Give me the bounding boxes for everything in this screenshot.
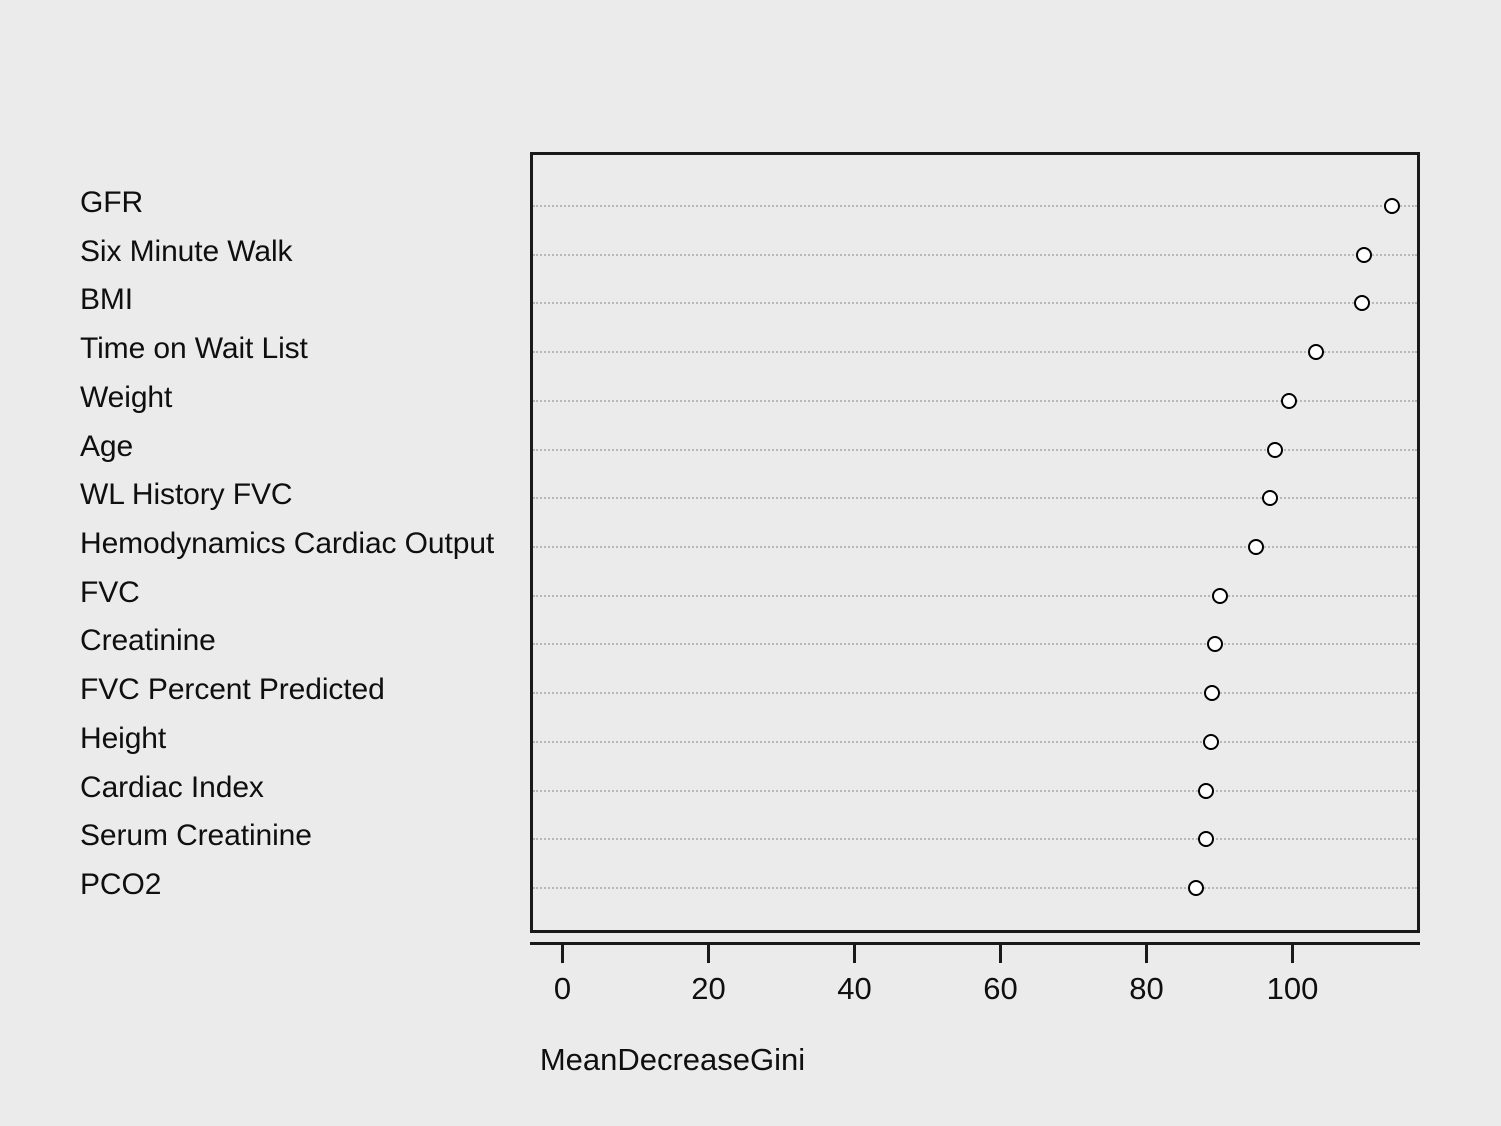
data-point bbox=[1383, 198, 1400, 214]
data-point bbox=[1204, 685, 1221, 702]
gridline bbox=[533, 253, 1417, 256]
data-point bbox=[1207, 636, 1224, 653]
x-axis-tick-label: 80 bbox=[1129, 971, 1164, 1006]
data-point bbox=[1353, 295, 1370, 312]
x-axis-tick bbox=[707, 945, 710, 963]
variable-importance-dotchart: GFR Six Minute Walk BMI Time on Wait List We… bbox=[0, 0, 1501, 1126]
gridline bbox=[533, 789, 1417, 792]
category-label: Weight bbox=[80, 380, 173, 414]
category-label: Hemodynamics Cardiac Output bbox=[80, 527, 495, 560]
x-axis-line bbox=[530, 942, 1420, 945]
data-point bbox=[1267, 441, 1284, 458]
gridline bbox=[533, 887, 1417, 889]
x-axis-tick-label: 0 bbox=[553, 971, 572, 1006]
category-label: PCO2 bbox=[80, 868, 162, 901]
data-point bbox=[1212, 587, 1229, 604]
gridline bbox=[533, 497, 1417, 500]
x-axis-tick-label: 20 bbox=[691, 971, 726, 1006]
category-label: BMI bbox=[80, 283, 134, 317]
category-label: Six Minute Walk bbox=[80, 234, 293, 268]
data-point bbox=[1197, 831, 1214, 848]
plot-panel bbox=[530, 152, 1420, 933]
gridline bbox=[533, 740, 1417, 743]
data-point bbox=[1248, 539, 1265, 555]
gridline bbox=[533, 643, 1417, 646]
x-axis-tick bbox=[853, 945, 856, 963]
data-point bbox=[1307, 344, 1324, 361]
gridline bbox=[533, 205, 1417, 207]
gridline bbox=[533, 692, 1417, 695]
x-axis-title-text: MeanDecreaseGini bbox=[539, 1042, 806, 1077]
gridline bbox=[533, 351, 1417, 354]
category-label: Creatinine bbox=[80, 624, 216, 658]
gridline bbox=[533, 448, 1417, 451]
category-label: Serum Creatinine bbox=[80, 819, 312, 853]
category-label: Cardiac Index bbox=[80, 770, 264, 804]
gridline bbox=[533, 546, 1417, 548]
category-label: FVC bbox=[80, 575, 140, 609]
category-label-column: GFR Six Minute Walk BMI Time on Wait List We… bbox=[0, 0, 530, 1126]
category-label: FVC Percent Predicted bbox=[80, 673, 385, 707]
data-point bbox=[1261, 490, 1278, 507]
data-point bbox=[1202, 733, 1219, 750]
category-label: WL History FVC bbox=[80, 478, 293, 512]
x-axis-tick-label: 100 bbox=[1266, 971, 1319, 1006]
data-point bbox=[1188, 880, 1205, 896]
gridline bbox=[533, 838, 1417, 841]
x-axis-title: MeanDecreaseGini bbox=[0, 1042, 1501, 1078]
x-axis-tick bbox=[561, 945, 564, 963]
x-axis-tick-label: 60 bbox=[983, 971, 1018, 1006]
x-axis-tick bbox=[1291, 945, 1294, 963]
category-label: Age bbox=[80, 429, 134, 463]
data-point bbox=[1356, 246, 1373, 263]
category-label: Height bbox=[80, 721, 167, 755]
x-axis-tick-label: 40 bbox=[837, 971, 872, 1006]
data-point bbox=[1280, 392, 1297, 409]
data-point bbox=[1197, 782, 1214, 799]
category-label: Time on Wait List bbox=[80, 332, 308, 366]
category-label: GFR bbox=[80, 186, 144, 219]
gridline bbox=[533, 302, 1417, 305]
gridline bbox=[533, 594, 1417, 597]
x-axis-tick bbox=[999, 945, 1002, 963]
x-axis-tick bbox=[1145, 945, 1148, 963]
